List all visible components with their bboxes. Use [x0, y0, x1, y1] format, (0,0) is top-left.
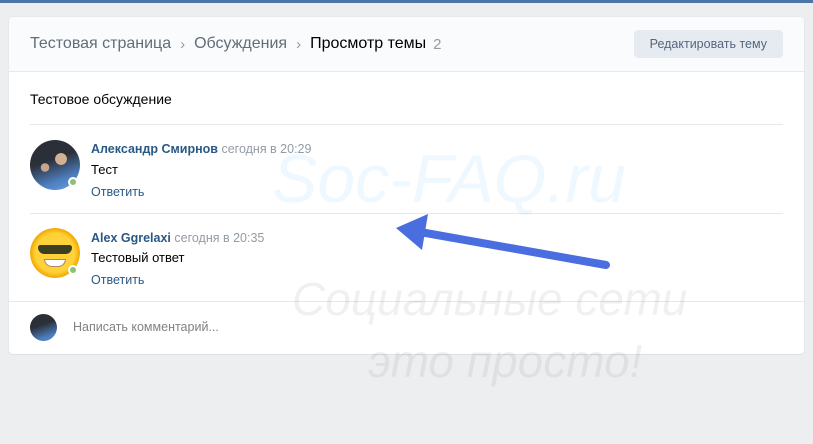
- arrow-annotation: [396, 214, 610, 269]
